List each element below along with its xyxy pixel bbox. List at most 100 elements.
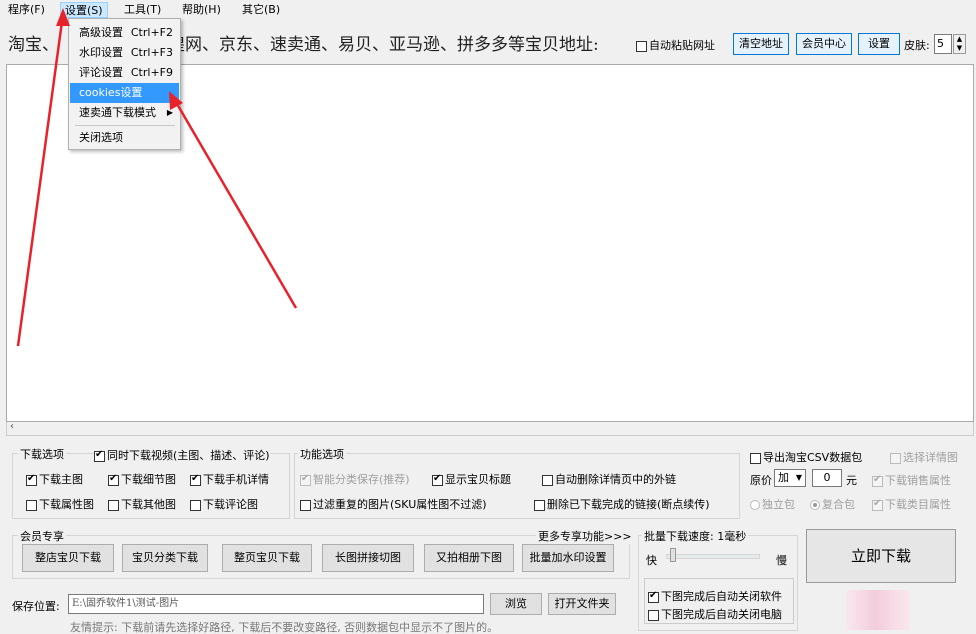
whole-page-download-button[interactable]: 整页宝贝下载	[222, 544, 312, 572]
menu-item-label: 高级设置	[79, 26, 123, 39]
filter-dup-option[interactable]: 过滤重复的图片(SKU属性图不过滤)	[300, 496, 487, 512]
skin-spinner[interactable]: ▲ ▼	[953, 34, 966, 54]
menu-other[interactable]: 其它(B)	[238, 2, 284, 18]
select-detail-checkbox[interactable]	[890, 452, 901, 464]
category-attr-checkbox[interactable]	[872, 498, 883, 511]
menu-item-review[interactable]: 评论设置 Ctrl+F9	[70, 63, 179, 83]
combined-pkg-option[interactable]: 复合包	[810, 496, 855, 512]
menu-item-label: cookies设置	[79, 86, 143, 99]
menu-item-label: 关闭选项	[79, 131, 123, 144]
horizontal-scrollbar[interactable]: ‹	[6, 421, 974, 436]
price-op-value: 加	[778, 471, 789, 484]
spinner-up-icon[interactable]: ▲	[954, 35, 965, 44]
batch-watermark-button[interactable]: 批量加水印设置	[522, 544, 614, 572]
menu-item-watermark[interactable]: 水印设置 Ctrl+F3	[70, 43, 179, 63]
show-title-label: 显示宝贝标题	[445, 473, 511, 486]
smart-sort-option[interactable]: 智能分类保存(推荐)	[300, 471, 410, 487]
whole-shop-download-button[interactable]: 整店宝贝下载	[22, 544, 114, 572]
category-attr-option[interactable]: 下载类目属性	[872, 496, 951, 512]
price-op-select[interactable]: 加 ▼	[774, 469, 806, 487]
youpai-album-button[interactable]: 又拍相册下图	[424, 544, 514, 572]
select-detail-option[interactable]: 选择详情图	[890, 449, 958, 465]
sales-attr-label: 下载销售属性	[885, 474, 951, 487]
auto-delete-links-option[interactable]: 自动删除详情页中的外链	[542, 471, 676, 487]
price-unit: 元	[846, 474, 857, 487]
detail-img-option[interactable]: 下载细节图	[108, 471, 176, 487]
attr-img-option[interactable]: 下载属性图	[26, 496, 94, 512]
save-tip: 友情提示: 下载前请先选择好路径, 下载后不要改变路径, 否则数据包中显示不了图…	[70, 621, 499, 634]
review-img-checkbox[interactable]	[190, 499, 201, 511]
long-image-splice-button[interactable]: 长图拼接切图	[322, 544, 414, 572]
show-title-checkbox[interactable]	[432, 473, 443, 486]
menu-tools[interactable]: 工具(T)	[120, 2, 165, 18]
menu-item-cookies[interactable]: cookies设置	[70, 83, 179, 103]
attr-img-checkbox[interactable]	[26, 499, 37, 511]
select-detail-label: 选择详情图	[903, 451, 958, 464]
export-csv-checkbox[interactable]	[750, 452, 761, 464]
auto-delete-links-checkbox[interactable]	[542, 474, 553, 486]
speed-slider-track[interactable]	[666, 554, 760, 559]
menu-program[interactable]: 程序(F)	[4, 2, 49, 18]
other-img-checkbox[interactable]	[108, 499, 119, 511]
save-path-input[interactable]: E:\固乔软件1\测试-图片	[68, 594, 484, 614]
category-attr-label: 下载类目属性	[885, 498, 951, 511]
speed-slider-thumb[interactable]	[670, 548, 677, 562]
menu-item-close-options[interactable]: 关闭选项	[70, 128, 179, 148]
filter-dup-label: 过滤重复的图片(SKU属性图不过滤)	[313, 498, 487, 511]
delete-done-checkbox[interactable]	[534, 499, 545, 511]
menu-item-aliexpress-mode[interactable]: 速卖通下载模式 ▶	[70, 103, 179, 123]
clear-address-button[interactable]: 清空地址	[733, 33, 789, 55]
settings-button[interactable]: 设置	[858, 33, 900, 55]
member-center-button[interactable]: 会员中心	[796, 33, 852, 55]
browse-button[interactable]: 浏览	[490, 593, 542, 615]
single-pkg-label: 独立包	[762, 498, 795, 511]
menu-item-advanced[interactable]: 高级设置 Ctrl+F2	[70, 23, 179, 43]
main-img-label: 下载主图	[39, 473, 83, 486]
auto-paste-option[interactable]: 自动粘贴网址	[636, 37, 715, 53]
detail-img-checkbox[interactable]	[108, 473, 119, 486]
export-csv-option[interactable]: 导出淘宝CSV数据包	[750, 449, 862, 465]
category-download-button[interactable]: 宝贝分类下载	[122, 544, 208, 572]
shutdown-pc-option[interactable]: 下图完成后自动关闭电脑	[648, 606, 782, 622]
auto-paste-checkbox[interactable]	[636, 40, 647, 52]
close-software-label: 下图完成后自动关闭软件	[661, 590, 782, 603]
mobile-detail-label: 下载手机详情	[203, 473, 269, 486]
single-pkg-radio[interactable]	[750, 500, 760, 510]
menu-settings[interactable]: 设置(S)	[60, 2, 108, 18]
combined-pkg-radio[interactable]	[810, 500, 820, 510]
skin-input[interactable]: 5	[934, 34, 952, 54]
detail-img-label: 下载细节图	[121, 473, 176, 486]
video-option[interactable]: 同时下载视频(主图、描述、评论)	[94, 447, 270, 463]
show-title-option[interactable]: 显示宝贝标题	[432, 471, 511, 487]
download-now-button[interactable]: 立即下载	[806, 529, 956, 583]
close-software-option[interactable]: 下图完成后自动关闭软件	[648, 588, 782, 604]
spinner-down-icon[interactable]: ▼	[954, 44, 965, 53]
open-folder-button[interactable]: 打开文件夹	[548, 593, 616, 615]
mobile-detail-checkbox[interactable]	[190, 473, 201, 486]
delete-done-option[interactable]: 删除已下载完成的链接(断点续传)	[534, 496, 710, 512]
menu-help[interactable]: 帮助(H)	[178, 2, 225, 18]
settings-dropdown: 高级设置 Ctrl+F2 水印设置 Ctrl+F3 评论设置 Ctrl+F9 cook…	[68, 18, 181, 150]
review-img-option[interactable]: 下载评论图	[190, 496, 258, 512]
mobile-detail-option[interactable]: 下载手机详情	[190, 471, 269, 487]
single-pkg-option[interactable]: 独立包	[750, 496, 795, 512]
menu-item-label: 水印设置	[79, 46, 123, 59]
filter-dup-checkbox[interactable]	[300, 499, 311, 511]
menu-item-shortcut: Ctrl+F2	[130, 26, 173, 39]
price-value-input[interactable]: 0	[812, 469, 842, 487]
smart-sort-checkbox[interactable]	[300, 473, 311, 486]
other-img-option[interactable]: 下载其他图	[108, 496, 176, 512]
video-checkbox[interactable]	[94, 449, 105, 462]
main-img-option[interactable]: 下载主图	[26, 471, 83, 487]
more-features-link[interactable]: 更多专享功能>>>	[536, 528, 634, 544]
sales-attr-checkbox[interactable]	[872, 474, 883, 487]
main-img-checkbox[interactable]	[26, 473, 37, 486]
speed-slow-label: 慢	[776, 554, 787, 567]
scroll-left-icon[interactable]: ‹	[10, 421, 14, 432]
combined-pkg-label: 复合包	[822, 498, 855, 511]
auto-delete-links-label: 自动删除详情页中的外链	[555, 473, 676, 486]
shutdown-pc-checkbox[interactable]	[648, 609, 659, 621]
menubar: 程序(F) 设置(S) 工具(T) 帮助(H) 其它(B)	[0, 0, 976, 20]
sales-attr-option[interactable]: 下载销售属性	[872, 472, 951, 488]
close-software-checkbox[interactable]	[648, 590, 659, 603]
